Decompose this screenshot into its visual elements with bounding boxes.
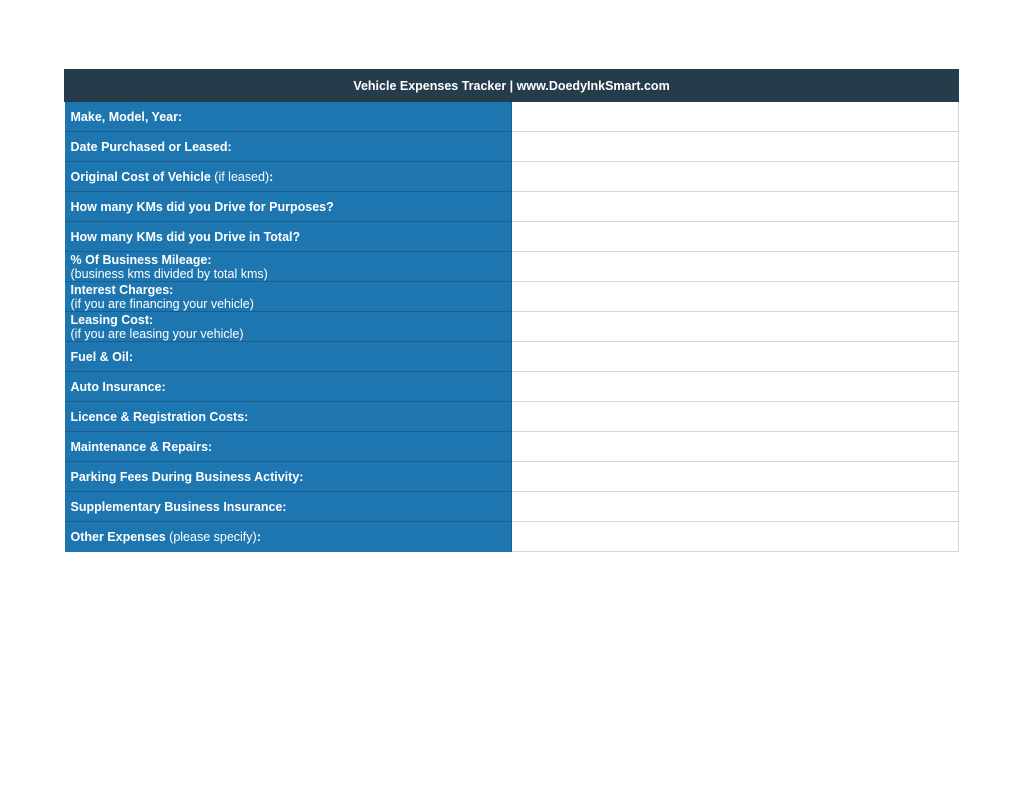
row-label: How many KMs did you Drive in Total?: [64, 221, 512, 252]
value-cell[interactable]: [511, 371, 959, 402]
header-row: Vehicle Expenses Tracker | www.DoedyInkS…: [64, 69, 959, 102]
table-row: Maintenance & Repairs:: [64, 431, 959, 462]
label-suffix: :: [256, 529, 261, 544]
label-text: Interest Charges:: [70, 283, 174, 297]
value-cell[interactable]: [511, 341, 959, 372]
table-row: Make, Model, Year:: [64, 101, 959, 132]
label-text: How many KMs did you Drive in Total?: [70, 229, 301, 244]
table-row: Supplementary Business Insurance:: [64, 491, 959, 522]
label-note: (if you are financing your vehicle): [70, 297, 254, 311]
table-title: Vehicle Expenses Tracker | www.DoedyInkS…: [64, 69, 959, 102]
table-row: Licence & Registration Costs:: [64, 401, 959, 432]
label-text: Date Purchased or Leased:: [70, 139, 232, 154]
label-note: (business kms divided by total kms): [70, 267, 268, 281]
row-label: % Of Business Mileage: (business kms divi…: [64, 251, 512, 282]
row-label: Leasing Cost: (if you are leasing your ve…: [64, 311, 512, 342]
label-text: % Of Business Mileage:: [70, 253, 212, 267]
row-label: Interest Charges: (if you are financing y…: [64, 281, 512, 312]
value-cell[interactable]: [511, 431, 959, 462]
label-note: (if you are leasing your vehicle): [70, 327, 244, 341]
value-cell[interactable]: [511, 521, 959, 552]
table-row: Other Expenses (please specify):: [64, 521, 959, 552]
value-cell[interactable]: [511, 161, 959, 192]
row-label: How many KMs did you Drive for Purposes?: [64, 191, 512, 222]
row-label: Original Cost of Vehicle (if leased):: [64, 161, 512, 192]
table-row: % Of Business Mileage: (business kms divi…: [64, 251, 959, 282]
label-text: Parking Fees During Business Activity:: [70, 469, 304, 484]
row-label: Licence & Registration Costs:: [64, 401, 512, 432]
label-text: Fuel & Oil:: [70, 349, 134, 364]
label-note: (if leased): [210, 169, 270, 184]
table-row: How many KMs did you Drive for Purposes?: [64, 191, 959, 222]
label-suffix: :: [269, 169, 274, 184]
row-label: Date Purchased or Leased:: [64, 131, 512, 162]
value-cell[interactable]: [511, 221, 959, 252]
table-row: Date Purchased or Leased:: [64, 131, 959, 162]
value-cell[interactable]: [511, 401, 959, 432]
row-label: Make, Model, Year:: [64, 101, 512, 132]
value-cell[interactable]: [511, 281, 959, 312]
row-label: Other Expenses (please specify):: [64, 521, 512, 552]
label-text: Leasing Cost:: [70, 313, 154, 327]
label-text: Licence & Registration Costs:: [70, 409, 249, 424]
row-label: Supplementary Business Insurance:: [64, 491, 512, 522]
label-text: Supplementary Business Insurance:: [70, 499, 287, 514]
value-cell[interactable]: [511, 251, 959, 282]
label-text: Original Cost of Vehicle: [70, 169, 211, 184]
label-text: Maintenance & Repairs:: [70, 439, 213, 454]
row-label: Auto Insurance:: [64, 371, 512, 402]
value-cell[interactable]: [511, 491, 959, 522]
table-row: Leasing Cost: (if you are leasing your ve…: [64, 311, 959, 342]
label-text: Auto Insurance:: [70, 379, 166, 394]
table-row: How many KMs did you Drive in Total?: [64, 221, 959, 252]
value-cell[interactable]: [511, 101, 959, 132]
table-row: Original Cost of Vehicle (if leased):: [64, 161, 959, 192]
row-label: Maintenance & Repairs:: [64, 431, 512, 462]
table-row: Parking Fees During Business Activity:: [64, 461, 959, 492]
value-cell[interactable]: [511, 131, 959, 162]
value-cell[interactable]: [511, 191, 959, 222]
label-text: Other Expenses: [70, 529, 166, 544]
table-row: Fuel & Oil:: [64, 341, 959, 372]
row-label: Fuel & Oil:: [64, 341, 512, 372]
value-cell[interactable]: [511, 461, 959, 492]
row-label: Parking Fees During Business Activity:: [64, 461, 512, 492]
value-cell[interactable]: [511, 311, 959, 342]
label-text: How many KMs did you Drive for Purposes?: [70, 199, 334, 214]
table-row: Interest Charges: (if you are financing y…: [64, 281, 959, 312]
label-note: (please specify): [165, 529, 257, 544]
vehicle-expenses-table: Vehicle Expenses Tracker | www.DoedyInkS…: [64, 69, 959, 552]
table-row: Auto Insurance:: [64, 371, 959, 402]
label-text: Make, Model, Year:: [70, 109, 183, 124]
